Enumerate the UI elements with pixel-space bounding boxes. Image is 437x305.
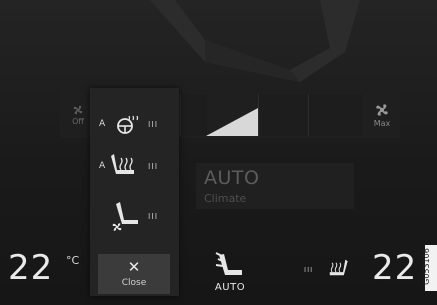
steering-wheel-heat-row[interactable]: A III <box>90 102 179 146</box>
auto-climate-title: AUTO <box>204 167 260 189</box>
auto-climate-button[interactable]: AUTO Climate <box>196 163 354 209</box>
level-indicator: III <box>148 161 159 171</box>
auto-indicator: A <box>99 161 106 171</box>
fan-max-label: Max <box>373 119 391 128</box>
level-indicator: III <box>148 119 159 129</box>
ventilated-seat-icon <box>112 202 138 231</box>
figure-code-text: G053106 <box>421 248 431 285</box>
close-label: Close <box>121 278 147 288</box>
seat-ventilation-row[interactable]: III <box>90 194 179 238</box>
fan-segment[interactable] <box>308 94 363 136</box>
close-button[interactable]: ✕ Close <box>98 254 170 294</box>
level-indicator: III <box>304 266 314 274</box>
close-icon: ✕ <box>127 258 141 276</box>
climate-screen: Off Max AUTO Climate A III A III III ✕ C… <box>0 0 437 305</box>
seat-illustration <box>150 0 360 82</box>
fan-segment[interactable] <box>258 94 309 136</box>
passenger-seat-heat-button[interactable]: III <box>304 256 350 286</box>
fan-max-button[interactable]: Max <box>362 94 402 136</box>
auto-button[interactable]: AUTO <box>205 250 255 302</box>
passenger-temperature[interactable]: 22 <box>372 248 417 288</box>
fan-icon <box>73 105 83 115</box>
fan-off-label: Off <box>72 117 84 126</box>
fan-segment[interactable] <box>180 94 207 136</box>
fan-icon <box>376 104 388 116</box>
fan-level-ramp <box>206 108 258 136</box>
figure-code: G053106 <box>421 245 437 291</box>
auto-climate-subtitle: Climate <box>204 192 247 205</box>
heated-steering-wheel-icon <box>117 115 139 134</box>
heated-seat-icon <box>111 154 134 174</box>
temperature-unit: °C <box>66 254 80 267</box>
auto-label: AUTO <box>214 282 246 293</box>
auto-indicator: A <box>99 119 106 129</box>
level-indicator: III <box>148 211 159 221</box>
heated-seat-icon <box>329 259 348 276</box>
driver-temperature[interactable]: 22 <box>8 248 53 288</box>
seat-heat-row[interactable]: A III <box>90 144 179 188</box>
auto-airflow-icon <box>215 252 242 275</box>
